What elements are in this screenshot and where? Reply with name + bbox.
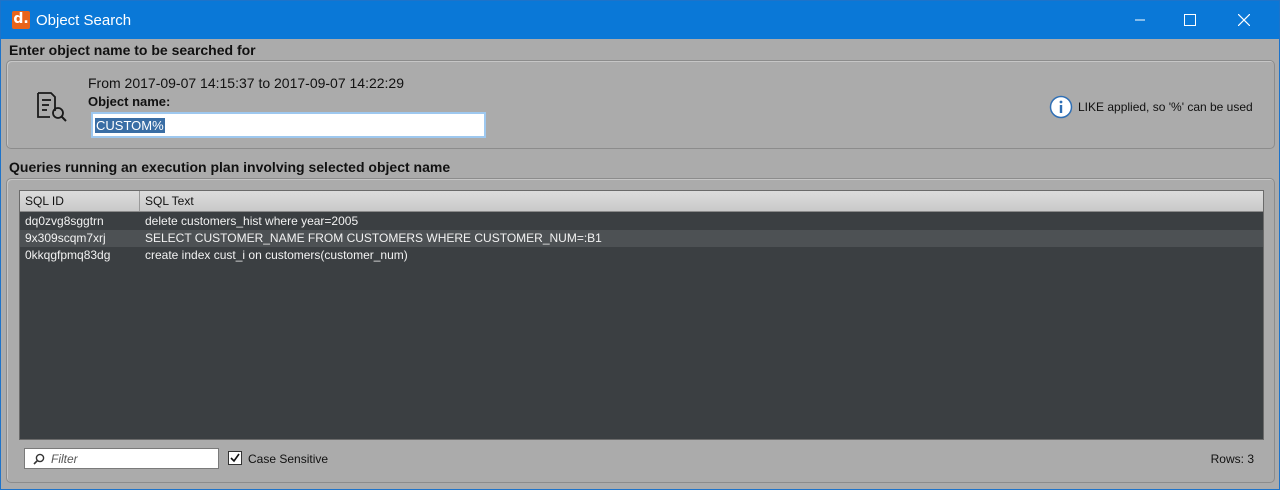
object-name-label: Object name:	[88, 94, 171, 109]
time-range-text: From 2017-09-07 14:15:37 to 2017-09-07 1…	[88, 75, 405, 91]
column-header-sql-id[interactable]: SQL ID	[20, 191, 140, 211]
search-panel: From 2017-09-07 14:15:37 to 2017-09-07 1…	[6, 60, 1275, 149]
object-name-input[interactable]: CUSTOM%	[91, 112, 486, 138]
sql-id-cell: 9x309scqm7xrj	[25, 231, 106, 245]
column-header-sql-text[interactable]: SQL Text	[140, 191, 1263, 211]
maximize-button[interactable]	[1167, 1, 1213, 39]
table-row[interactable]: dq0zvg8sggtrn delete customers_hist wher…	[20, 213, 1263, 230]
sql-id-cell: 0kkqgfpmq83dg	[25, 248, 111, 262]
minimize-button[interactable]	[1117, 1, 1163, 39]
app-logo-icon: d.	[12, 11, 30, 29]
like-hint-text: LIKE applied, so '%' can be used	[1078, 100, 1253, 114]
minimize-icon	[1135, 19, 1145, 21]
results-section-heading: Queries running an execution plan involv…	[9, 159, 451, 175]
document-search-icon	[35, 90, 69, 124]
case-sensitive-checkbox[interactable]	[228, 451, 242, 465]
results-table[interactable]: SQL ID SQL Text dq0zvg8sggtrn delete cus…	[19, 190, 1264, 440]
window-title: Object Search	[36, 12, 132, 29]
title-bar[interactable]: d. Object Search	[1, 1, 1279, 39]
sql-text-cell: delete customers_hist where year=2005	[145, 214, 359, 228]
rows-count: Rows: 3	[1210, 452, 1254, 466]
close-button[interactable]	[1221, 1, 1267, 39]
filter-placeholder: Filter	[51, 452, 78, 466]
table-row[interactable]: 0kkqgfpmq83dg create index cust_i on cus…	[20, 247, 1263, 264]
object-name-value: CUSTOM%	[95, 118, 165, 133]
filter-input[interactable]: Filter	[24, 448, 219, 469]
search-icon	[33, 453, 45, 465]
maximize-icon	[1184, 14, 1196, 26]
sql-text-cell: create index cust_i on customers(custome…	[145, 248, 408, 262]
object-search-window: d. Object Search Enter object name to be…	[0, 0, 1280, 490]
info-icon	[1049, 95, 1073, 119]
table-row[interactable]: 9x309scqm7xrj SELECT CUSTOMER_NAME FROM …	[20, 230, 1263, 247]
checkmark-icon	[230, 453, 240, 463]
sql-id-cell: dq0zvg8sggtrn	[25, 214, 104, 228]
sql-text-cell: SELECT CUSTOMER_NAME FROM CUSTOMERS WHER…	[145, 231, 602, 245]
search-section-heading: Enter object name to be searched for	[9, 42, 256, 58]
close-icon	[1238, 14, 1250, 26]
table-header: SQL ID SQL Text	[20, 191, 1263, 212]
case-sensitive-label[interactable]: Case Sensitive	[248, 452, 328, 466]
results-panel: SQL ID SQL Text dq0zvg8sggtrn delete cus…	[6, 178, 1275, 483]
